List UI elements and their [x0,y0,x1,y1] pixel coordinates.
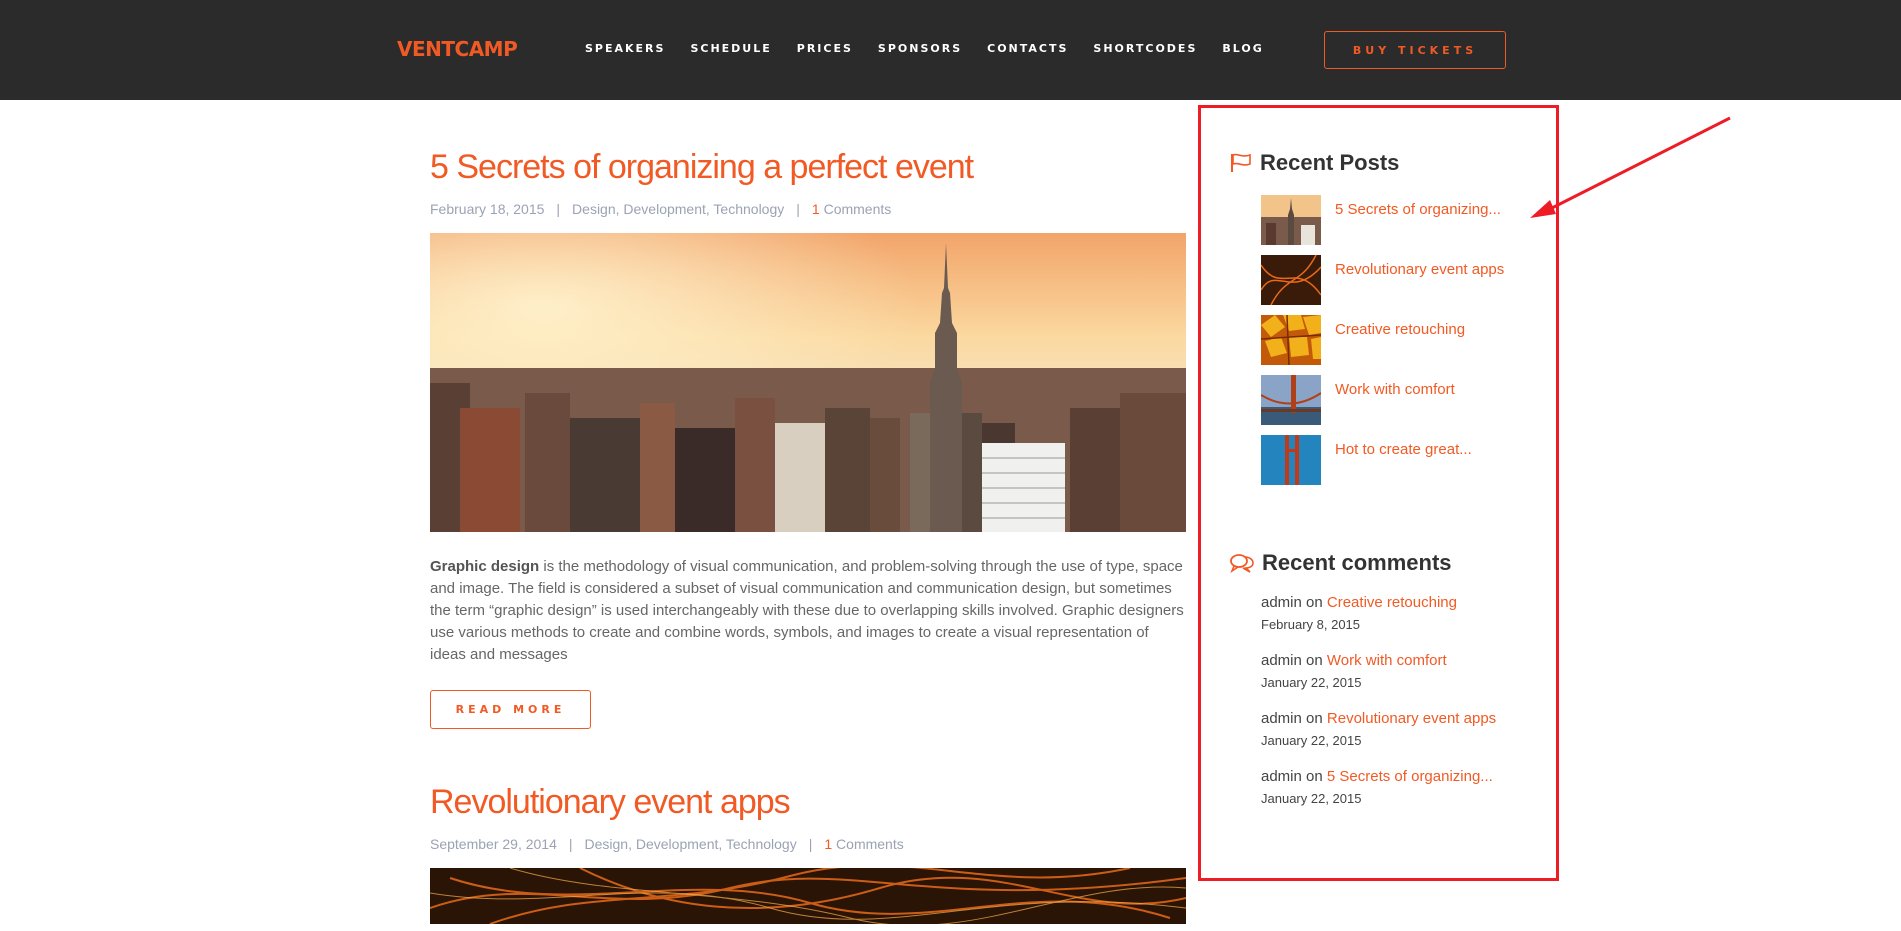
blog-post: Revolutionary event apps September 29, 2… [430,783,1186,924]
annotation-arrow-icon [1530,116,1731,218]
comments-icon [1230,553,1254,573]
city-skyline-image [430,233,1186,532]
recent-posts-heading: Recent Posts [1260,150,1400,175]
comment-on: on [1306,710,1323,727]
sparks-image [430,868,1186,924]
comment-on: on [1306,768,1323,785]
nav-contacts[interactable]: CONTACTS [987,42,1068,55]
comment-date: February 8, 2015 [1261,617,1361,632]
comment-on: on [1306,594,1323,611]
comment-author: admin [1261,594,1302,611]
comment-date: January 22, 2015 [1261,791,1362,806]
recent-posts-title: Recent Posts [1230,150,1399,176]
recent-post-thumbnail[interactable] [1261,255,1321,305]
recent-comments-heading: Recent comments [1262,550,1452,575]
nav-shortcodes[interactable]: SHORTCODES [1093,42,1197,55]
nav-speakers[interactable]: SPEAKERS [585,42,665,55]
comment-post-link[interactable]: 5 Secrets of organizing... [1327,768,1493,785]
comments-link[interactable]: Comments [836,836,904,852]
recent-comment-item: admin on Creative retouching February 8,… [1261,594,1457,632]
recent-post-link[interactable]: Creative retouching [1335,321,1465,338]
recent-post-item[interactable]: Work with comfort [1261,375,1455,425]
nav-blog[interactable]: BLOG [1222,42,1263,55]
recent-post-thumbnail[interactable] [1261,375,1321,425]
nav-prices[interactable]: PRICES [797,42,853,55]
post-meta: February 18, 2015 | Design, Development, T… [430,201,892,217]
site-header: VENTCAMP SPEAKERS SCHEDULE PRICES SPONSO… [0,0,1901,100]
post-title[interactable]: Revolutionary event apps [430,783,1186,822]
comment-author: admin [1261,652,1302,669]
recent-post-link[interactable]: Revolutionary event apps [1335,261,1504,278]
site-logo[interactable]: VENTCAMP [397,37,518,61]
flag-icon [1230,153,1252,173]
post-image-sparks[interactable] [430,868,1186,924]
comment-post-link[interactable]: Work with comfort [1327,652,1447,669]
recent-post-thumbnail[interactable] [1261,195,1321,245]
comments-link[interactable]: Comments [824,201,892,217]
recent-comment-item: admin on Work with comfort January 22, 2… [1261,652,1447,690]
recent-post-link[interactable]: 5 Secrets of organizing... [1335,201,1501,218]
read-more-button[interactable]: READ MORE [430,690,591,729]
post-categories[interactable]: Design, Development, Technology [585,836,797,852]
main-nav: SPEAKERS SCHEDULE PRICES SPONSORS CONTAC… [585,42,1289,55]
recent-post-thumbnail[interactable] [1261,315,1321,365]
comment-post-link[interactable]: Creative retouching [1327,594,1457,611]
recent-post-item[interactable]: Creative retouching [1261,315,1465,365]
blog-post: 5 Secrets of organizing a perfect event … [430,148,1186,729]
post-title[interactable]: 5 Secrets of organizing a perfect event [430,148,1186,187]
recent-post-item[interactable]: Hot to create great... [1261,435,1472,485]
post-date: September 29, 2014 [430,836,557,852]
recent-post-link[interactable]: Work with comfort [1335,381,1455,398]
post-categories[interactable]: Design, Development, Technology [572,201,784,217]
recent-post-item[interactable]: 5 Secrets of organizing... [1261,195,1501,245]
recent-comment-item: admin on 5 Secrets of organizing... Janu… [1261,768,1493,806]
recent-post-thumbnail[interactable] [1261,435,1321,485]
recent-comment-item: admin on Revolutionary event apps Januar… [1261,710,1496,748]
post-image-city-skyline[interactable] [430,233,1186,532]
comment-date: January 22, 2015 [1261,733,1362,748]
recent-post-link[interactable]: Hot to create great... [1335,441,1472,458]
recent-comments-title: Recent comments [1230,550,1452,576]
comments-count[interactable]: 1 [824,836,832,852]
buy-tickets-button[interactable]: BUY TICKETS [1324,31,1506,69]
comments-count[interactable]: 1 [812,201,820,217]
recent-post-item[interactable]: Revolutionary event apps [1261,255,1504,305]
post-date: February 18, 2015 [430,201,545,217]
post-meta: September 29, 2014 | Design, Development, … [430,836,904,852]
nav-sponsors[interactable]: SPONSORS [878,42,962,55]
comment-author: admin [1261,768,1302,785]
nav-schedule[interactable]: SCHEDULE [690,42,771,55]
excerpt-bold-term: Graphic design [430,558,540,575]
comment-post-link[interactable]: Revolutionary event apps [1327,710,1496,727]
post-excerpt: Graphic design is the methodology of vis… [430,556,1186,666]
comment-on: on [1306,652,1323,669]
comment-author: admin [1261,710,1302,727]
excerpt-text: is the methodology of visual communicati… [430,558,1184,663]
comment-date: January 22, 2015 [1261,675,1362,690]
